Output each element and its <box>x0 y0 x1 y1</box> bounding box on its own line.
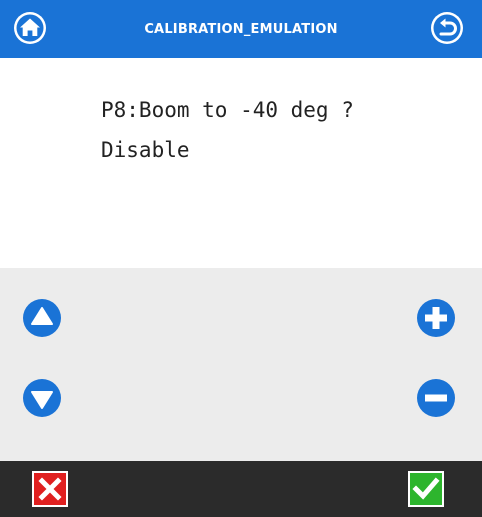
control-panel <box>0 268 482 461</box>
page-title: CALIBRATION_EMULATION <box>144 22 338 37</box>
undo-arrow-icon <box>431 12 463 44</box>
down-button[interactable] <box>22 378 62 418</box>
cancel-button[interactable] <box>32 471 68 507</box>
message-area: P8:Boom to -40 deg ? Disable <box>0 58 482 268</box>
parameter-value: Disable <box>101 138 190 162</box>
parameter-prompt: P8:Boom to -40 deg ? <box>101 98 354 122</box>
decrement-button[interactable] <box>416 378 456 418</box>
confirm-button[interactable] <box>408 471 444 507</box>
back-button[interactable] <box>429 10 465 46</box>
calibration-screen: CALIBRATION_EMULATION P8:Boom to -40 deg… <box>0 0 482 517</box>
minus-icon <box>417 379 455 417</box>
up-button[interactable] <box>22 298 62 338</box>
check-icon <box>408 471 444 507</box>
footer-bar <box>0 461 482 517</box>
triangle-down-icon <box>23 379 61 417</box>
home-icon <box>14 12 46 44</box>
increment-button[interactable] <box>416 298 456 338</box>
plus-icon <box>417 299 455 337</box>
header-bar: CALIBRATION_EMULATION <box>0 0 482 58</box>
home-button[interactable] <box>12 10 48 46</box>
x-icon <box>32 471 68 507</box>
triangle-up-icon <box>23 299 61 337</box>
